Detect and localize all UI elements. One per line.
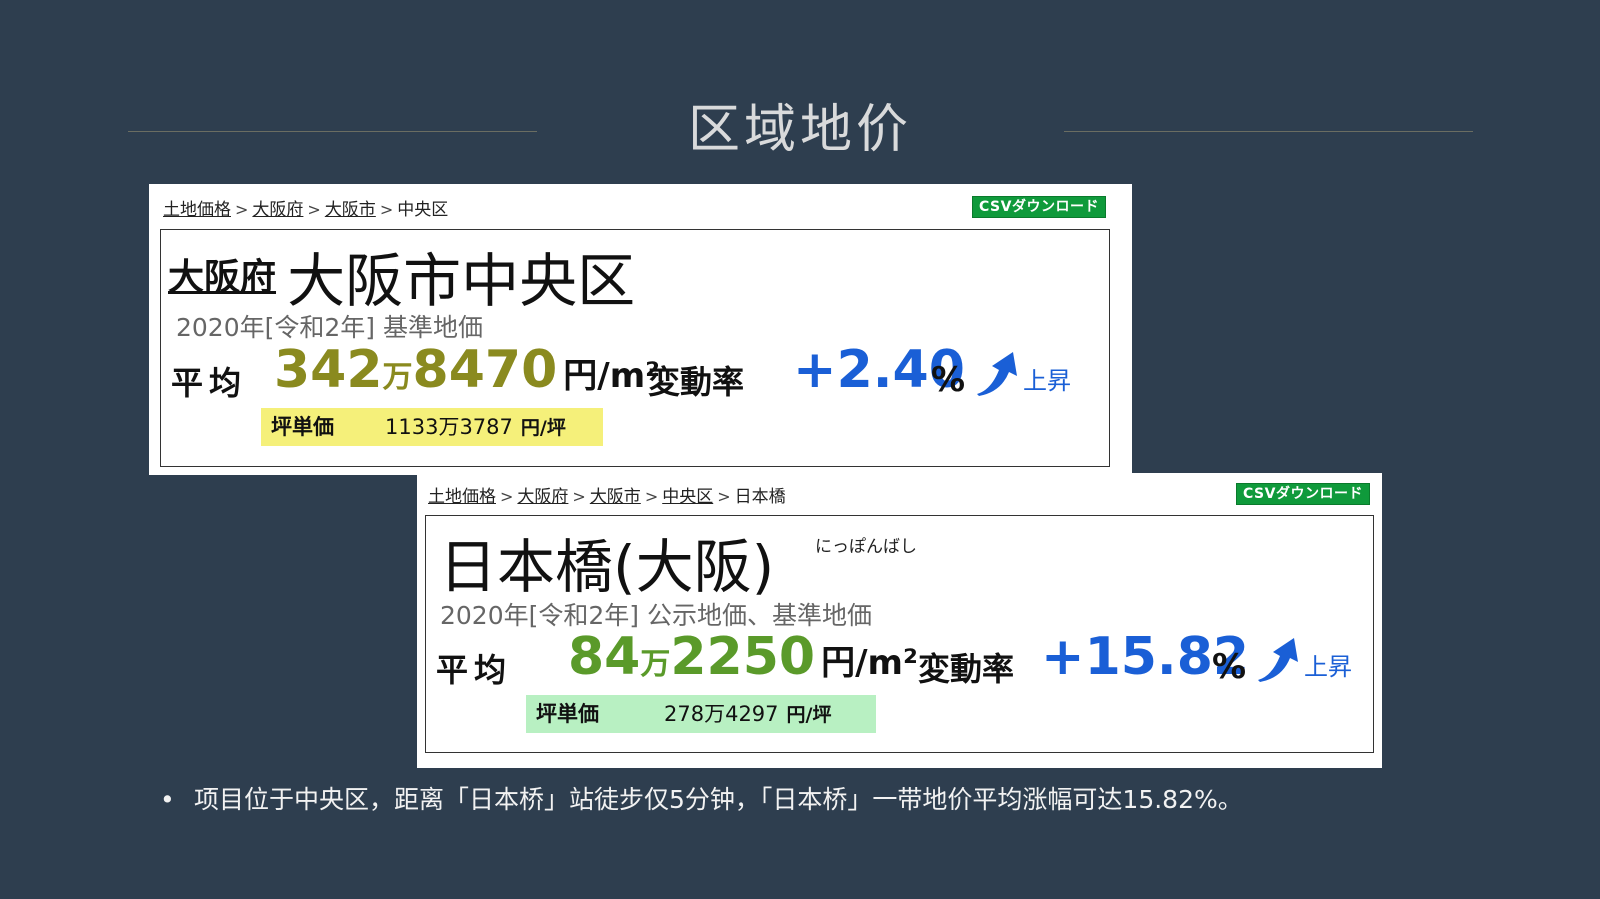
- land-price-card-nipponbashi: 土地価格 > 大阪府 > 大阪市 > 中央区 > 日本橋 CSVダウンロード 日本橋(大阪) に…: [417, 473, 1382, 768]
- breadcrumb: 土地価格 > 大阪府 > 大阪市 > 中央区: [163, 195, 448, 220]
- breadcrumb-link-chuo[interactable]: 中央区: [662, 487, 713, 507]
- up-arrow-icon: [977, 352, 1017, 396]
- price-man: 万: [640, 647, 671, 682]
- price-minor: 8470: [412, 340, 558, 400]
- price-minor: 2250: [670, 627, 816, 687]
- breadcrumb-separator: >: [307, 200, 321, 219]
- slide-title: 区域地价: [687, 100, 912, 160]
- area-name: 日本橋(大阪): [439, 533, 775, 601]
- bullet-text: 项目位于中央区，距离「日本桥」站徒步仅5分钟，「日本桥」一带地价平均涨幅可达15…: [194, 785, 1243, 814]
- tsubo-price-row: 坪単価 278万4297 円/坪: [526, 695, 876, 733]
- breadcrumb-link-osaka-pref[interactable]: 大阪府: [517, 487, 568, 507]
- breadcrumb-current: 日本橋: [734, 487, 786, 507]
- breadcrumb-separator: >: [500, 487, 514, 506]
- up-arrow-icon: [1258, 638, 1298, 682]
- tsubo-value-wrap: 1133万3787 円/坪: [385, 408, 566, 447]
- change-rate-label: 変動率: [918, 650, 1015, 688]
- tsubo-value-wrap: 278万4297 円/坪: [664, 695, 831, 734]
- average-price: 342万8470 円/m²: [274, 340, 660, 400]
- bullet-dot: •: [160, 785, 175, 814]
- breadcrumb-separator: >: [235, 200, 249, 219]
- price-major: 84: [568, 627, 641, 687]
- breadcrumb-link-osaka-city[interactable]: 大阪市: [325, 200, 376, 220]
- price-unit: 円/m²: [563, 356, 661, 396]
- area-name: 大阪市中央区: [287, 247, 636, 315]
- trend-label: 上昇: [1023, 367, 1071, 395]
- breadcrumb-link-land-price[interactable]: 土地価格: [163, 200, 231, 220]
- area-heading: 大阪府 大阪市中央区: [168, 234, 635, 318]
- tsubo-unit: 円/坪: [786, 704, 832, 726]
- prefecture-link[interactable]: 大阪府: [168, 257, 276, 298]
- average-label: 平均: [171, 364, 248, 402]
- land-price-card-chuo: 土地価格 > 大阪府 > 大阪市 > 中央区 CSVダウンロード 大阪府 大阪市中央区 20…: [149, 184, 1132, 475]
- bullet-note: • 项目位于中央区，距离「日本桥」站徒步仅5分钟，「日本桥」一带地价平均涨幅可达1…: [160, 780, 1243, 816]
- average-price: 84万2250 円/m²: [568, 627, 918, 687]
- tsubo-value: 278万4297: [664, 702, 779, 726]
- price-man: 万: [382, 360, 413, 395]
- percent-sign: %: [931, 360, 966, 400]
- percent-sign: %: [1212, 647, 1247, 687]
- tsubo-label: 坪単価: [271, 415, 334, 439]
- breadcrumb: 土地価格 > 大阪府 > 大阪市 > 中央区 > 日本橋: [428, 482, 786, 507]
- change-rate-label: 変動率: [648, 363, 745, 401]
- breadcrumb-link-osaka-city[interactable]: 大阪市: [590, 487, 641, 507]
- price-summary-box: 日本橋(大阪) にっぽんばし 2020年[令和2年] 公示地価、基準地価 平均 …: [425, 515, 1374, 753]
- survey-year: 2020年[令和2年] 基準地価: [176, 313, 483, 342]
- price-unit: 円/m²: [821, 643, 918, 683]
- breadcrumb-separator: >: [379, 200, 394, 219]
- tsubo-value: 1133万3787: [385, 415, 513, 439]
- breadcrumb-separator: >: [572, 487, 586, 506]
- csv-download-button[interactable]: CSVダウンロード: [972, 196, 1106, 218]
- area-furigana: にっぽんばし: [815, 537, 917, 557]
- breadcrumb-link-osaka-pref[interactable]: 大阪府: [252, 200, 303, 220]
- tsubo-price-row: 坪単価 1133万3787 円/坪: [261, 408, 603, 446]
- breadcrumb-link-land-price[interactable]: 土地価格: [428, 487, 496, 507]
- tsubo-unit: 円/坪: [520, 417, 566, 439]
- breadcrumb-separator: >: [717, 487, 731, 506]
- trend-label: 上昇: [1304, 653, 1352, 681]
- breadcrumb-separator: >: [644, 487, 659, 506]
- average-label: 平均: [436, 651, 513, 689]
- csv-download-button[interactable]: CSVダウンロード: [1236, 483, 1370, 505]
- price-major: 342: [274, 340, 383, 400]
- breadcrumb-current: 中央区: [397, 200, 449, 220]
- tsubo-label: 坪単価: [536, 702, 599, 726]
- price-summary-box: 大阪府 大阪市中央区 2020年[令和2年] 基準地価 平均 342万8470 円…: [160, 229, 1110, 467]
